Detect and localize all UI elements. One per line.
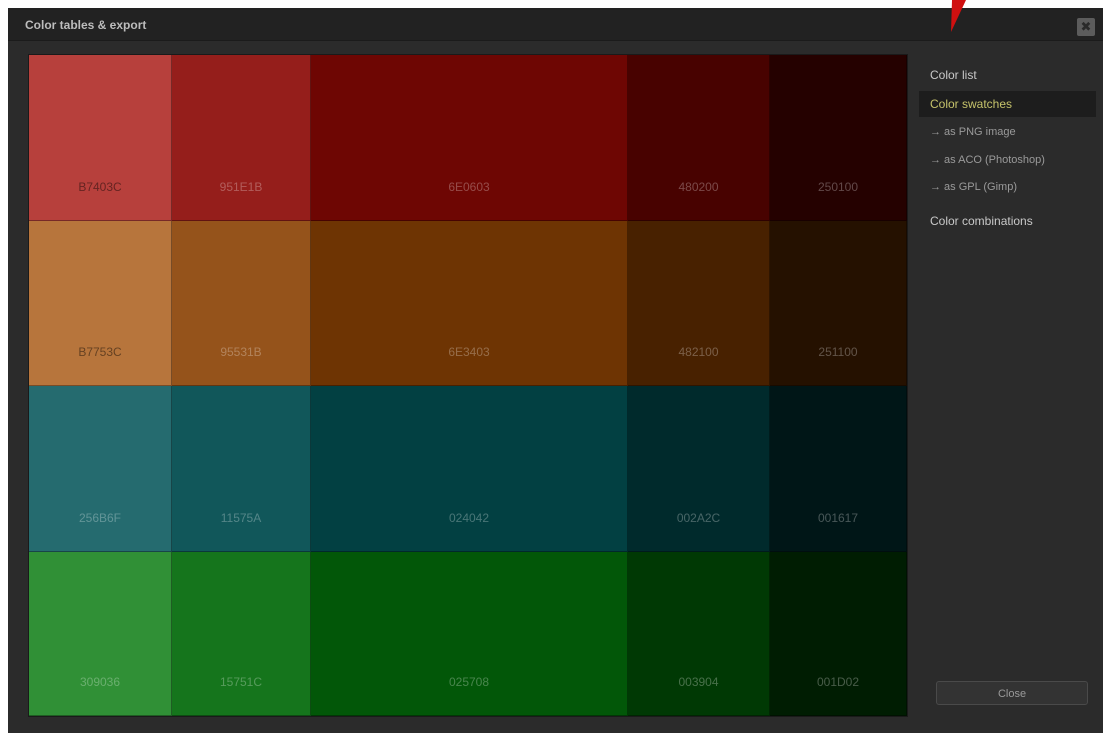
export-sidebar: Color list Color swatches → as PNG image…: [919, 54, 1096, 717]
color-swatch[interactable]: 11575A: [172, 386, 311, 552]
swatch-hex-label: 001617: [817, 511, 859, 525]
color-swatch[interactable]: 001617: [770, 386, 907, 552]
color-swatch[interactable]: 025708: [311, 552, 628, 716]
swatch-hex-label: 309036: [79, 675, 121, 689]
swatch-hex-label: 025708: [448, 675, 490, 689]
swatch-hex-label: 951E1B: [219, 180, 263, 194]
color-tables-dialog: Color tables & export ✖ B7403C 951E1B 6E06…: [8, 8, 1103, 733]
menu-item-as-aco[interactable]: → as ACO (Photoshop): [919, 149, 1096, 171]
swatch-hex-label: B7753C: [78, 345, 122, 359]
color-swatch[interactable]: B7403C: [29, 55, 172, 221]
color-swatch[interactable]: 309036: [29, 552, 172, 716]
swatch-hex-label: 6E0603: [448, 180, 490, 194]
color-swatch[interactable]: 003904: [628, 552, 770, 716]
color-swatch[interactable]: B7753C: [29, 221, 172, 386]
color-swatch[interactable]: 024042: [311, 386, 628, 552]
close-icon[interactable]: ✖: [1077, 18, 1095, 36]
color-swatch[interactable]: 001D02: [770, 552, 907, 716]
menu-item-color-list[interactable]: Color list: [919, 62, 1096, 88]
color-swatch[interactable]: 6E0603: [311, 55, 628, 221]
color-swatch[interactable]: 951E1B: [172, 55, 311, 221]
swatch-hex-label: 480200: [678, 180, 719, 194]
color-swatch[interactable]: 95531B: [172, 221, 311, 386]
close-button[interactable]: Close: [936, 681, 1088, 705]
menu-item-as-gpl[interactable]: → as GPL (Gimp): [919, 176, 1096, 198]
menu-item-color-combinations[interactable]: Color combinations: [919, 208, 1096, 234]
swatch-hex-label: 256B6F: [78, 511, 122, 525]
dialog-titlebar: Color tables & export ✖: [8, 8, 1103, 41]
color-swatch[interactable]: 15751C: [172, 552, 311, 716]
swatch-hex-label: 251100: [818, 345, 858, 359]
swatch-hex-label: 15751C: [219, 675, 263, 689]
color-swatch[interactable]: 482100: [628, 221, 770, 386]
color-swatch[interactable]: 250100: [770, 55, 907, 221]
color-swatch[interactable]: 251100: [770, 221, 907, 386]
swatch-hex-label: 482100: [678, 345, 719, 359]
menu-item-as-png[interactable]: → as PNG image: [919, 121, 1096, 143]
swatch-hex-label: 11575A: [220, 511, 262, 525]
color-swatch[interactable]: 002A2C: [628, 386, 770, 552]
menu-item-color-swatches[interactable]: Color swatches: [919, 91, 1096, 117]
color-swatch[interactable]: 6E3403: [311, 221, 628, 386]
swatch-hex-label: 95531B: [220, 345, 262, 359]
swatch-grid: B7403C 951E1B 6E0603 480200 250100 B7753C 9553…: [28, 54, 908, 717]
swatch-hex-label: 001D02: [816, 675, 860, 689]
color-swatch[interactable]: 256B6F: [29, 386, 172, 552]
dialog-title: Color tables & export: [25, 18, 147, 32]
color-swatch[interactable]: 480200: [628, 55, 770, 221]
swatch-hex-label: 003904: [678, 675, 719, 689]
swatch-hex-label: B7403C: [78, 180, 122, 194]
swatch-hex-label: 6E3403: [448, 345, 490, 359]
swatch-hex-label: 024042: [448, 511, 490, 525]
swatch-hex-label: 002A2C: [676, 511, 721, 525]
swatch-hex-label: 250100: [817, 180, 859, 194]
pointer-arrow-icon: [951, 0, 966, 32]
